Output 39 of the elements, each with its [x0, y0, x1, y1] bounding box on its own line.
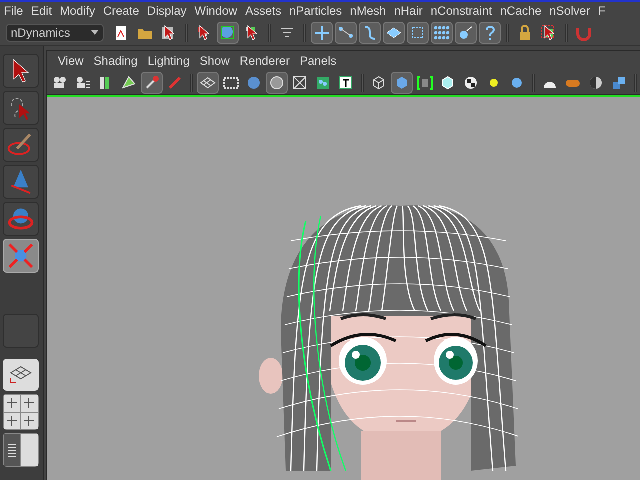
outliner-layout-button[interactable]	[2, 433, 38, 467]
tool-button[interactable]	[2, 128, 38, 162]
menu-item[interactable]: nParticles	[285, 2, 346, 20]
menu-item[interactable]: File	[0, 2, 28, 20]
panel-menu-item[interactable]: Shading	[88, 52, 143, 70]
tool-button[interactable]	[2, 202, 38, 236]
menu-item[interactable]: Assets	[241, 2, 286, 20]
help-icon[interactable]	[479, 22, 501, 44]
list-icon	[8, 444, 16, 456]
single-pane-layout-button[interactable]	[2, 359, 38, 391]
panel-menu-item[interactable]: Renderer	[234, 52, 295, 70]
menu-item[interactable]: Edit	[27, 2, 56, 20]
particles-icon[interactable]	[431, 22, 453, 44]
menu-item[interactable]: nCache	[496, 2, 546, 20]
menu-set-dropdown[interactable]: nDynamics	[6, 24, 104, 42]
menu-item[interactable]: Window	[190, 2, 242, 20]
tool-button[interactable]	[2, 54, 38, 88]
menu-item[interactable]: nSolver	[546, 2, 594, 20]
panel-menu-item[interactable]: Panels	[294, 52, 342, 70]
menu-item[interactable]: Create	[99, 2, 144, 20]
menu-item[interactable]: F	[594, 2, 610, 20]
panel-menu-item[interactable]: Lighting	[142, 52, 195, 70]
menu-item[interactable]: nConstraint	[426, 2, 496, 20]
tool-button[interactable]	[2, 165, 38, 199]
menu-item[interactable]: Display	[143, 2, 191, 20]
panel-menu-item[interactable]: View	[53, 52, 89, 70]
grid-icon[interactable]	[197, 72, 219, 94]
plus-icon	[6, 416, 17, 426]
plus-icon	[6, 398, 17, 408]
plus-icon	[24, 398, 34, 408]
menu-item[interactable]: Modify	[56, 2, 100, 20]
caret-icon	[91, 30, 99, 35]
tool-button[interactable]	[2, 239, 38, 273]
grid-plane-icon	[10, 366, 32, 384]
four-pane-layout-button[interactable]	[2, 394, 38, 430]
menu-item[interactable]: nHair	[390, 2, 427, 20]
panel-menu-item[interactable]: Show	[194, 52, 235, 70]
plus-icon	[24, 416, 34, 426]
menu-item[interactable]: nMesh	[346, 2, 390, 20]
